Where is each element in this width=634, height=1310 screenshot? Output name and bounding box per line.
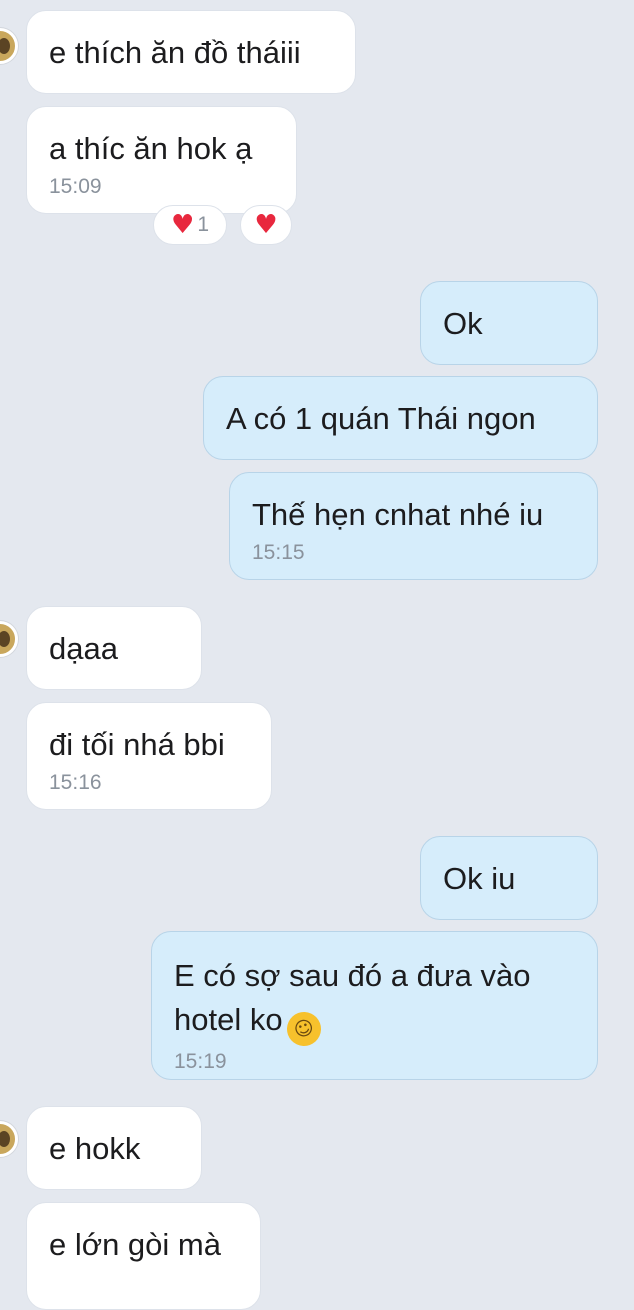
message-bubble-incoming[interactable]: a thíc ăn hok ạ 15:09 <box>26 106 297 214</box>
message-bubble-outgoing[interactable]: E có sợ sau đó a đưa vào hotel ko ☺ 15:19 <box>151 931 598 1080</box>
contact-avatar[interactable] <box>0 621 18 657</box>
message-text: đi tối nhá bbi <box>49 727 225 762</box>
heart-icon: ♥ <box>254 210 278 240</box>
message-bubble-outgoing[interactable]: A có 1 quán Thái ngon <box>203 376 598 460</box>
contact-avatar[interactable] <box>0 28 18 64</box>
message-bubble-incoming[interactable]: e hokk <box>26 1106 202 1190</box>
reaction-summary[interactable]: ♥ 1 <box>153 205 227 245</box>
message-bubble-incoming[interactable]: đi tối nhá bbi 15:16 <box>26 702 272 810</box>
message-bubble-incoming[interactable]: e lớn gòi mà <box>26 1202 261 1310</box>
message-text: Ok <box>443 306 483 341</box>
message-bubble-outgoing[interactable]: Thế hẹn cnhat nhé iu 15:15 <box>229 472 598 580</box>
rolling-on-floor-laughing-emoji: ☺ <box>281 1007 326 1051</box>
message-bubble-outgoing[interactable]: Ok <box>420 281 598 365</box>
message-timestamp: 15:09 <box>49 175 102 198</box>
message-text: e hokk <box>49 1131 141 1166</box>
heart-icon: ♥ <box>171 210 195 240</box>
message-text: A có 1 quán Thái ngon <box>226 401 536 436</box>
message-bubble-outgoing[interactable]: Ok iu <box>420 836 598 920</box>
message-text: Ok iu <box>443 861 516 896</box>
message-timestamp: 15:16 <box>49 771 102 794</box>
message-text: E có sợ sau đó a đưa vào hotel ko ☺ <box>174 954 575 1051</box>
message-bubble-incoming[interactable]: e thích ăn đồ tháiii <box>26 10 356 94</box>
contact-avatar[interactable] <box>0 1121 18 1157</box>
reaction-count: 1 <box>197 213 209 236</box>
message-text: e lớn gòi mà <box>49 1227 221 1262</box>
message-text: a thíc ăn hok ạ <box>49 131 253 166</box>
message-text: dạaa <box>49 631 118 666</box>
message-text-content: E có sợ sau đó a đưa vào hotel ko <box>174 958 531 1037</box>
message-bubble-incoming[interactable]: dạaa <box>26 606 202 690</box>
message-text: e thích ăn đồ tháiii <box>49 35 301 70</box>
message-text: Thế hẹn cnhat nhé iu <box>252 497 544 532</box>
message-timestamp: 15:19 <box>174 1050 227 1073</box>
react-button[interactable]: ♥ <box>240 205 292 245</box>
message-timestamp: 15:15 <box>252 541 305 564</box>
